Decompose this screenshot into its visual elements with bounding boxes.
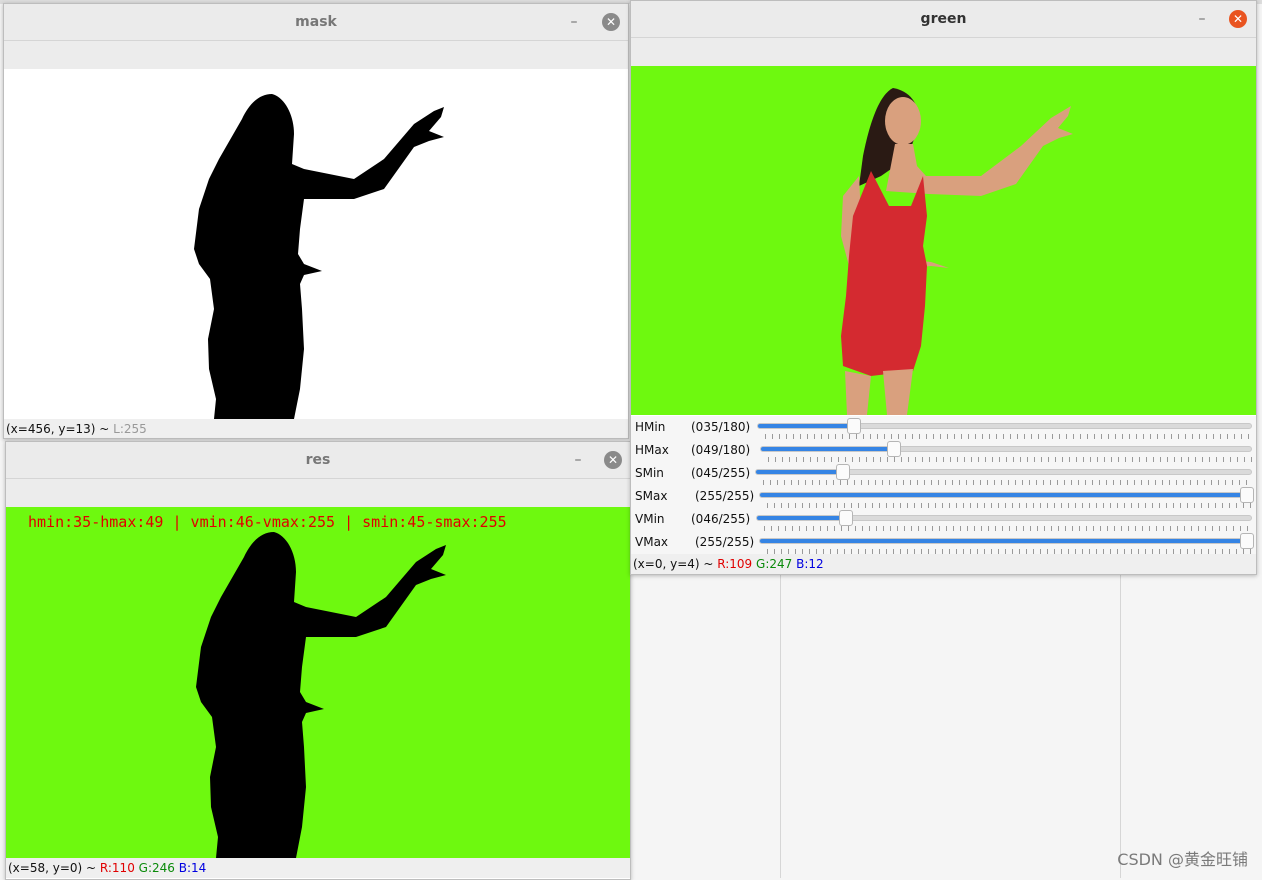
trackbar-vmin: VMin (046/255) (631, 508, 1256, 531)
trackbar-hmin: HMin (035/180) (631, 416, 1256, 439)
close-icon[interactable]: ✕ (602, 13, 620, 31)
trackbar-label: HMin (635, 420, 666, 434)
status-blue: B:12 (796, 557, 824, 571)
trackbar-handle[interactable] (846, 418, 861, 434)
status-coords: (x=0, y=4) ~ (633, 557, 718, 571)
silhouette-image (194, 94, 444, 419)
status-luminance: L:255 (113, 422, 147, 436)
status-green: G:246 (138, 861, 175, 875)
green-image-canvas[interactable] (631, 66, 1256, 415)
close-icon[interactable]: ✕ (604, 451, 622, 469)
trackbar-slider[interactable] (756, 510, 1252, 526)
status-red: R:110 (99, 861, 135, 875)
trackbar-slider[interactable] (760, 441, 1252, 457)
window-title: green (920, 11, 967, 27)
status-green: G:247 (756, 557, 793, 571)
trackbar-handle[interactable] (836, 464, 851, 480)
res-window: res – ✕ hmin:35-hmax:49 | vmin:46-vmax:2… (5, 441, 631, 880)
trackbar-handle[interactable] (1240, 533, 1254, 549)
threshold-overlay-text: hmin:35-hmax:49 | vmin:46-vmax:255 | smi… (28, 513, 507, 531)
status-coords: (x=58, y=0) ~ (8, 861, 100, 875)
background-divider (780, 570, 781, 878)
minimize-icon[interactable]: – (566, 14, 582, 30)
mask-image-canvas[interactable] (4, 69, 628, 419)
minimize-icon[interactable]: – (1194, 11, 1210, 27)
res-image-canvas[interactable]: hmin:35-hmax:49 | vmin:46-vmax:255 | smi… (6, 507, 630, 858)
trackbar-fill (761, 447, 895, 451)
image-toolbar (4, 41, 628, 69)
green-titlebar[interactable]: green – ✕ (631, 1, 1256, 38)
status-coords: (x=456, y=13) ~ (6, 422, 114, 436)
status-blue: B:14 (178, 861, 207, 875)
trackbar-label: VMax (635, 535, 669, 549)
trackbar-fill (756, 470, 844, 474)
trackbar-fill (760, 539, 1251, 543)
silhouette-image (196, 532, 446, 858)
green-window: green – ✕ HMin (035/180) HMax (049/180) SMin… (630, 0, 1257, 575)
trackbar-label: SMin (635, 466, 664, 480)
trackbar-hmax: HMax (049/180) (631, 439, 1256, 462)
trackbar-value: (046/255) (691, 512, 751, 526)
trackbar-handle[interactable] (839, 510, 854, 526)
background-divider (1120, 570, 1121, 878)
trackbar-fill (757, 516, 847, 520)
res-titlebar[interactable]: res – ✕ (6, 442, 630, 479)
trackbar-slider[interactable] (759, 533, 1254, 549)
trackbar-panel: HMin (035/180) HMax (049/180) SMin (045/255) S… (631, 416, 1256, 556)
trackbar-smin: SMin (045/255) (631, 462, 1256, 485)
trackbar-handle[interactable] (1240, 487, 1254, 503)
trackbar-slider[interactable] (755, 464, 1252, 480)
trackbar-vmax: VMax (255/255) (631, 531, 1256, 554)
trackbar-value: (255/255) (695, 489, 755, 503)
mask-status-bar: (x=456, y=13) ~ L:255 (4, 419, 628, 438)
minimize-icon[interactable]: – (570, 452, 586, 468)
trackbar-slider[interactable] (757, 418, 1252, 434)
trackbar-fill (760, 493, 1251, 497)
trackbar-fill (758, 424, 854, 428)
woman-photo (841, 88, 1073, 415)
image-toolbar (6, 479, 630, 507)
trackbar-label: VMin (635, 512, 665, 526)
trackbar-label: SMax (635, 489, 668, 503)
window-title: res (305, 452, 331, 468)
trackbar-value: (049/180) (691, 443, 751, 457)
trackbar-value: (045/255) (691, 466, 751, 480)
trackbar-handle[interactable] (887, 441, 902, 457)
trackbar-label: HMax (635, 443, 669, 457)
image-toolbar (631, 38, 1256, 66)
mask-titlebar[interactable]: mask – ✕ (4, 4, 628, 41)
close-icon[interactable]: ✕ (1229, 10, 1247, 28)
mask-window: mask – ✕ (x=456, y=13) ~ L:255 (3, 3, 629, 439)
window-title: mask (295, 14, 337, 30)
status-red: R:109 (717, 557, 753, 571)
trackbar-slider[interactable] (759, 487, 1254, 503)
trackbar-value: (255/255) (695, 535, 755, 549)
green-status-bar: (x=0, y=4) ~ R:109 G:247 B:12 (631, 554, 1256, 574)
trackbar-value: (035/180) (691, 420, 751, 434)
res-status-bar: (x=58, y=0) ~ R:110 G:246 B:14 (6, 858, 630, 878)
watermark: CSDN @黄金旺铺 (1117, 850, 1248, 869)
trackbar-smax: SMax (255/255) (631, 485, 1256, 508)
